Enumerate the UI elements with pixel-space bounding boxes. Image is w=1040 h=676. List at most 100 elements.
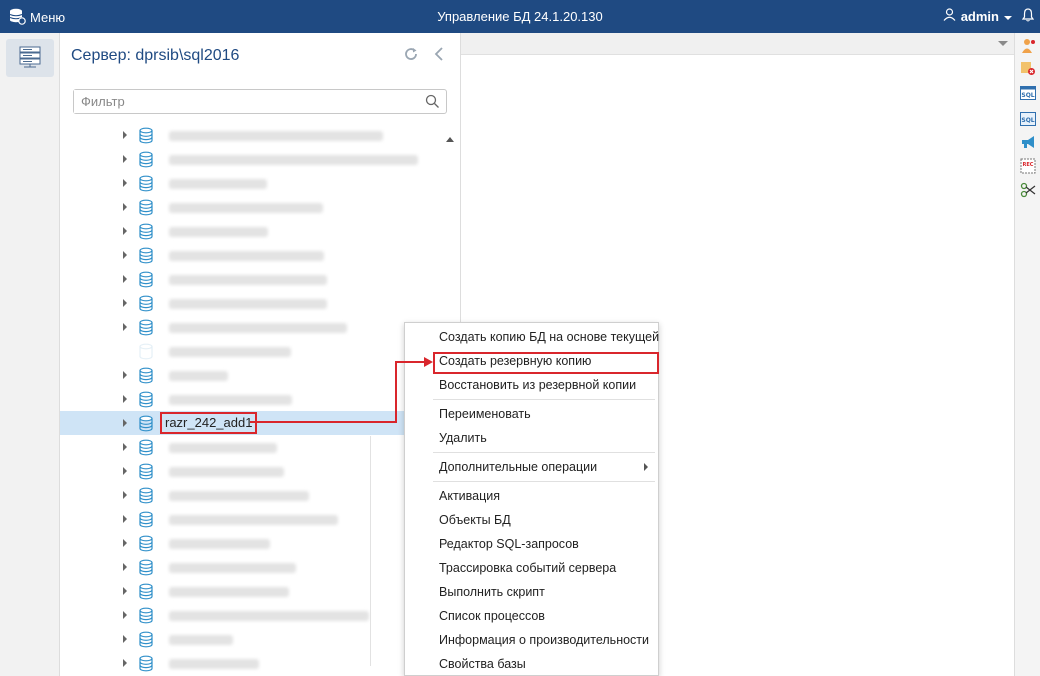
- scroll-up-icon[interactable]: [445, 131, 457, 142]
- tree-row[interactable]: [60, 627, 405, 651]
- menu-item-performance-info[interactable]: Информация о производительности: [439, 629, 649, 651]
- menu-item-process-list[interactable]: Список процессов: [439, 605, 545, 627]
- expand-caret-icon[interactable]: [123, 251, 127, 259]
- expand-caret-icon[interactable]: [123, 395, 127, 403]
- expand-caret-icon[interactable]: [123, 467, 127, 475]
- expand-caret-icon[interactable]: [123, 299, 127, 307]
- server-title: Сервер: dprsib\sql2016: [71, 47, 240, 64]
- database-icon: [138, 559, 154, 579]
- database-icon: [138, 295, 154, 315]
- tree-row[interactable]: [60, 483, 405, 507]
- blurred-db-name: [169, 515, 338, 525]
- blocked-users-icon[interactable]: [1020, 60, 1036, 76]
- blurred-db-name: [169, 371, 228, 381]
- tree-row[interactable]: [60, 171, 405, 195]
- menu-item-db-objects[interactable]: Объекты БД: [439, 509, 511, 531]
- scissors-icon[interactable]: [1020, 182, 1036, 198]
- trace-record-icon[interactable]: REC: [1020, 158, 1036, 174]
- expand-caret-icon[interactable]: [123, 635, 127, 643]
- tree-row[interactable]: [60, 123, 405, 147]
- menu-button[interactable]: Меню: [8, 7, 65, 28]
- menu-item-more-operations[interactable]: Дополнительные операции: [439, 456, 597, 478]
- tree-row[interactable]: [60, 195, 405, 219]
- expand-caret-icon[interactable]: [123, 179, 127, 187]
- expand-caret-icon[interactable]: [123, 491, 127, 499]
- tree-row[interactable]: [60, 387, 405, 411]
- expand-caret-icon[interactable]: [123, 155, 127, 163]
- filter-input[interactable]: [74, 90, 414, 113]
- server-list-button[interactable]: [6, 39, 54, 77]
- expand-caret-icon[interactable]: [123, 563, 127, 571]
- refresh-icon[interactable]: [403, 46, 419, 65]
- sql-icon[interactable]: SQL: [1020, 85, 1036, 101]
- expand-caret-icon[interactable]: [123, 539, 127, 547]
- tree-row[interactable]: [60, 555, 405, 579]
- tree-row[interactable]: [60, 531, 405, 555]
- database-icon: [138, 151, 154, 171]
- tree-row[interactable]: [60, 363, 405, 387]
- tree-row[interactable]: [60, 651, 405, 675]
- tree-row[interactable]: [60, 315, 405, 339]
- menu-item-rename[interactable]: Переименовать: [439, 403, 531, 425]
- app-title: Управление БД 24.1.20.130: [437, 9, 603, 24]
- menu-item-copy-db[interactable]: Создать копию БД на основе текущей: [439, 326, 659, 348]
- tree-row[interactable]: [60, 219, 405, 243]
- expand-caret-icon[interactable]: [123, 275, 127, 283]
- tree-row[interactable]: [60, 147, 418, 171]
- expand-caret-icon[interactable]: [123, 659, 127, 667]
- tree-row[interactable]: [60, 243, 405, 267]
- expand-caret-icon[interactable]: [123, 611, 127, 619]
- database-tree: razr_242_add1: [60, 123, 461, 676]
- menu-item-restore-backup[interactable]: Восстановить из резервной копии: [439, 374, 636, 396]
- tree-row[interactable]: [60, 339, 405, 363]
- tree-row[interactable]: [60, 507, 405, 531]
- tree-row-selected[interactable]: razr_242_add1: [60, 411, 405, 435]
- database-icon: [138, 367, 154, 387]
- expand-caret-icon[interactable]: [123, 419, 127, 427]
- menu-item-activation[interactable]: Активация: [439, 485, 500, 507]
- database-icon: [138, 343, 154, 363]
- expand-caret-icon[interactable]: [123, 371, 127, 379]
- expand-caret-icon[interactable]: [123, 227, 127, 235]
- database-icon: [138, 511, 154, 531]
- menu-item-sql-editor[interactable]: Редактор SQL-запросов: [439, 533, 579, 555]
- chevron-down-icon: [1004, 9, 1012, 24]
- tree-row[interactable]: [60, 603, 405, 627]
- megaphone-icon[interactable]: [1020, 134, 1036, 150]
- expand-caret-icon[interactable]: [123, 515, 127, 523]
- tree-row[interactable]: [60, 291, 405, 315]
- blurred-db-name: [169, 155, 418, 165]
- server-panel: Сервер: dprsib\sql2016 Фильтр razr_242_a…: [60, 33, 461, 676]
- tab-strip: [461, 33, 1014, 55]
- blurred-db-name: [169, 659, 259, 669]
- collapse-panel-icon[interactable]: [433, 46, 445, 65]
- expand-caret-icon[interactable]: [123, 587, 127, 595]
- sql-script-icon[interactable]: SQL: [1020, 111, 1036, 127]
- expand-caret-icon[interactable]: [123, 203, 127, 211]
- search-icon[interactable]: [425, 94, 440, 112]
- expand-caret-icon[interactable]: [123, 323, 127, 331]
- tree-row[interactable]: [60, 435, 405, 459]
- filter-field[interactable]: [73, 89, 447, 114]
- tree-row[interactable]: [60, 459, 405, 483]
- database-icon: [138, 583, 154, 603]
- menu-item-create-backup[interactable]: Создать резервную копию: [439, 350, 591, 372]
- bell-icon[interactable]: [1021, 8, 1035, 25]
- database-icon: [138, 439, 154, 459]
- tree-row[interactable]: [60, 267, 405, 291]
- database-icon: [138, 631, 154, 651]
- user-menu[interactable]: admin: [943, 8, 1012, 24]
- menu-item-run-script[interactable]: Выполнить скрипт: [439, 581, 545, 603]
- tab-dropdown-icon[interactable]: [998, 41, 1008, 46]
- database-icon: [138, 655, 154, 675]
- expand-caret-icon[interactable]: [123, 443, 127, 451]
- user-activity-icon[interactable]: [1020, 38, 1036, 54]
- expand-caret-icon[interactable]: [123, 131, 127, 139]
- tree-row[interactable]: [60, 579, 405, 603]
- menu-label: Меню: [30, 10, 66, 25]
- menu-item-server-trace[interactable]: Трассировка событий сервера: [439, 557, 616, 579]
- blurred-db-name: [169, 299, 327, 309]
- menu-item-db-properties[interactable]: Свойства базы: [439, 653, 526, 675]
- blurred-db-name: [169, 227, 268, 237]
- menu-item-delete[interactable]: Удалить: [439, 427, 487, 449]
